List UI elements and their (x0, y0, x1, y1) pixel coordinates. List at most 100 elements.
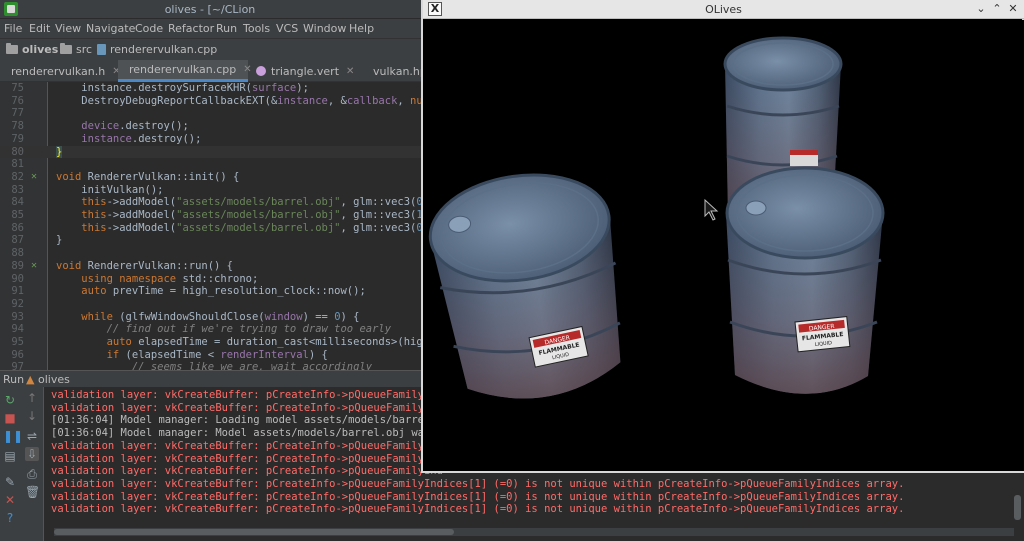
gutter-marker-icon[interactable]: ✕ (31, 260, 37, 273)
line-number: 83 (11, 183, 24, 196)
gutter-marker-icon[interactable]: ✕ (31, 171, 37, 184)
code-text: DestroyDebugReportCallbackEXT(&instance,… (81, 94, 422, 107)
code-line[interactable]: 87} (0, 234, 422, 247)
down-arrow-icon[interactable]: ↓ (25, 409, 39, 423)
line-number: 85 (11, 209, 24, 221)
barrel-front-right: DANGER FLAMMABLE LIQUID (725, 166, 885, 394)
console-line: validation layer: vkCreateBuffer: pCreat… (51, 452, 443, 465)
menu-code[interactable]: Code (135, 22, 163, 35)
menu-run[interactable]: Run (216, 22, 237, 35)
code-line[interactable]: 85 this->addModel("assets/models/barrel.… (0, 209, 422, 222)
line-number: 77 (11, 107, 24, 120)
minimize-button[interactable]: ⌄ (974, 2, 988, 16)
trash-icon[interactable]: 🗑 (25, 485, 40, 499)
soft-wrap-icon[interactable]: ⇌ (25, 429, 39, 443)
up-arrow-icon[interactable]: ↑ (25, 391, 39, 405)
line-number: 89 (11, 259, 24, 272)
folder-icon (6, 43, 18, 54)
code-text: instance.destroy(); (81, 132, 202, 145)
line-number: 76 (11, 94, 24, 107)
shader-file-icon (256, 66, 266, 76)
code-text: void RendererVulkan::init() { (56, 170, 240, 183)
code-line[interactable]: 88 (0, 247, 422, 260)
print-icon[interactable]: ⎙ (25, 467, 39, 481)
code-line[interactable]: 96 if (elapsedTime < renderInterval) { (0, 349, 422, 362)
line-number: 79 (11, 132, 24, 145)
maximize-button[interactable]: ⌃ (990, 2, 1004, 16)
olives-window[interactable]: X OLives ⌄ ⌃ ✕ DANGER FLAMMABLE LIQUID D… (421, 0, 1024, 473)
line-number: 87 (11, 234, 24, 247)
code-line[interactable]: 95 auto elapsedTime = duration_cast<mill… (0, 336, 422, 349)
line-number: 84 (11, 196, 24, 209)
console-line: validation layer: vkCreateBuffer: pCreat… (51, 439, 443, 452)
olives-title-bar[interactable]: X OLives ⌄ ⌃ ✕ (423, 0, 1024, 19)
pin-icon[interactable]: ✎ (3, 475, 17, 489)
folder-icon (60, 43, 72, 54)
menu-file[interactable]: File (4, 22, 22, 35)
code-text: void RendererVulkan::run() { (56, 259, 234, 272)
breadcrumb-file[interactable]: renderervulkan.cpp (97, 43, 217, 56)
restore-layout-icon[interactable]: ▤ (3, 449, 17, 463)
code-line[interactable]: 75 instance.destroySurfaceKHR(surface); (0, 82, 422, 95)
console-line: validation layer: vkCreateBuffer: pCreat… (51, 490, 905, 503)
menu-navigate[interactable]: Navigate (86, 22, 135, 35)
code-line[interactable]: 83 initVulkan(); (0, 184, 422, 197)
console-line: validation layer: vkCreateBuffer: pCreat… (51, 477, 905, 490)
menu-vcs[interactable]: VCS (276, 22, 298, 35)
tab-triangle-vert[interactable]: triangle.vert ✕ (250, 60, 362, 82)
code-line[interactable]: 79 instance.destroy(); (0, 133, 422, 146)
breadcrumb-src[interactable]: src › (60, 43, 100, 56)
code-editor[interactable]: 75 instance.destroySurfaceKHR(surface); 7… (0, 82, 422, 370)
close-button[interactable]: ✕ (1006, 2, 1020, 16)
desktop: olives - [~/CLion File Edit View Navigat… (0, 0, 1024, 541)
code-line[interactable]: 82 ✕ void RendererVulkan::init() { (0, 171, 422, 184)
code-text: // seems like we are, wait accordingly (131, 361, 373, 370)
code-text: while (glfwWindowShouldClose(window) == … (81, 310, 360, 323)
code-line[interactable]: 94 // find out if we're trying to draw t… (0, 323, 422, 336)
menu-view[interactable]: View (55, 22, 81, 35)
code-line[interactable]: 92 (0, 298, 422, 311)
code-line[interactable]: 89 ✕ void RendererVulkan::run() { (0, 260, 422, 273)
console-line: validation layer: vkCreateBuffer: pCreat… (51, 465, 443, 478)
rerun-icon[interactable]: ↻ (3, 393, 17, 407)
console-line: validation layer: vkCreateBuffer: pCreat… (51, 401, 443, 414)
menu-tools[interactable]: Tools (243, 22, 270, 35)
menu-refactor[interactable]: Refactor (168, 22, 214, 35)
breadcrumb-project[interactable]: olives › (6, 43, 67, 56)
close-icon[interactable]: ✕ (3, 493, 17, 507)
code-text: this->addModel("assets/models/barrel.obj… (81, 221, 422, 234)
code-line[interactable]: 93 while (glfwWindowShouldClose(window) … (0, 311, 422, 324)
code-line[interactable]: 91 auto prevTime = high_resolution_clock… (0, 285, 422, 298)
code-line[interactable]: 80} (0, 145, 422, 159)
help-icon[interactable]: ? (3, 511, 17, 525)
menu-help[interactable]: Help (349, 22, 374, 35)
line-number: 75 (11, 82, 24, 94)
tab-renderervulkan-cpp[interactable]: renderervulkan.cpp ✕ (118, 60, 252, 82)
scroll-to-end-icon[interactable]: ⇩ (25, 447, 39, 461)
code-line[interactable]: 97 // seems like we are, wait accordingl… (0, 361, 422, 370)
code-line[interactable]: 90 using namespace std::chrono; (0, 273, 422, 286)
menu-edit[interactable]: Edit (29, 22, 50, 35)
code-line[interactable]: 77 (0, 107, 422, 120)
code-text: } (56, 234, 63, 247)
menu-window[interactable]: Window (303, 22, 346, 35)
code-text: auto elapsedTime = duration_cast<millise… (106, 336, 422, 348)
close-icon[interactable]: ✕ (346, 66, 354, 77)
code-text: this->addModel("assets/models/barrel.obj… (81, 209, 422, 221)
code-line[interactable]: 86 this->addModel("assets/models/barrel.… (0, 222, 422, 235)
code-line[interactable]: 81 (0, 158, 422, 171)
console-horizontal-scrollbar[interactable] (54, 528, 1014, 536)
code-line[interactable]: 78 device.destroy(); (0, 120, 422, 133)
line-number: 92 (11, 297, 24, 310)
pause-icon[interactable]: ❚❚ (3, 429, 23, 443)
code-text: // find out if we're trying to draw too … (106, 323, 392, 336)
tab-renderervulkan-h[interactable]: renderervulkan.h ✕ (0, 60, 121, 82)
code-line[interactable]: 76 DestroyDebugReportCallbackEXT(&instan… (0, 95, 422, 108)
console-vertical-scrollbar[interactable] (1014, 495, 1021, 520)
stop-icon[interactable]: ■ (3, 411, 17, 425)
tab-vulkan-hpp[interactable]: vulkan.hp (362, 60, 427, 82)
vulkan-render-viewport[interactable]: DANGER FLAMMABLE LIQUID DANGER FLAMMABLE… (423, 20, 1024, 471)
code-text: initVulkan(); (81, 183, 164, 196)
code-line[interactable]: 84 this->addModel("assets/models/barrel.… (0, 196, 422, 209)
code-text: instance.destroySurfaceKHR(surface); (81, 82, 309, 94)
